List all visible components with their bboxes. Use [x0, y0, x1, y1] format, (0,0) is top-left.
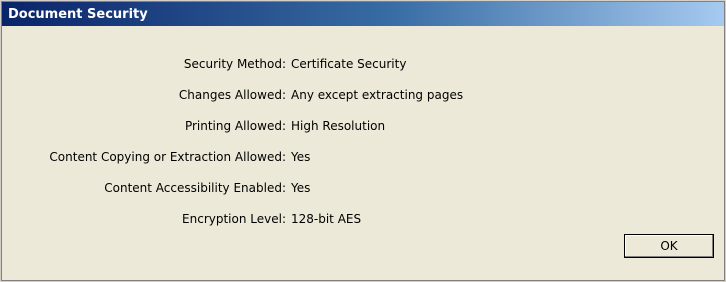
printing-allowed-row: Printing Allowed: High Resolution	[2, 111, 724, 142]
security-method-label: Security Method:	[183, 57, 286, 71]
changes-allowed-value: Any except extracting pages	[291, 88, 464, 102]
window-title: Document Security	[8, 6, 148, 22]
content-copying-value: Yes	[291, 150, 311, 164]
printing-allowed-value: High Resolution	[291, 119, 386, 133]
content-accessibility-row: Content Accessibility Enabled: Yes	[2, 173, 724, 204]
encryption-level-label: Encryption Level:	[182, 212, 286, 226]
content-accessibility-value: Yes	[291, 181, 311, 195]
content-accessibility-label: Content Accessibility Enabled:	[104, 181, 286, 195]
printing-allowed-label: Printing Allowed:	[184, 119, 286, 133]
content-copying-label: Content Copying or Extraction Allowed:	[49, 150, 286, 164]
encryption-level-value: 128-bit AES	[291, 212, 362, 226]
encryption-level-row: Encryption Level: 128-bit AES	[2, 204, 724, 235]
content-copying-row: Content Copying or Extraction Allowed: Y…	[2, 142, 724, 173]
changes-allowed-row: Changes Allowed: Any except extracting p…	[2, 80, 724, 111]
changes-allowed-label: Changes Allowed:	[178, 88, 286, 102]
document-security-dialog: Document Security Security Method: Certi…	[1, 1, 725, 281]
security-properties-list: Security Method: Certificate Security Ch…	[2, 49, 724, 235]
ok-button[interactable]: OK	[624, 234, 714, 258]
security-method-row: Security Method: Certificate Security	[2, 49, 724, 80]
security-method-value: Certificate Security	[291, 57, 407, 71]
title-bar[interactable]: Document Security	[2, 2, 724, 26]
